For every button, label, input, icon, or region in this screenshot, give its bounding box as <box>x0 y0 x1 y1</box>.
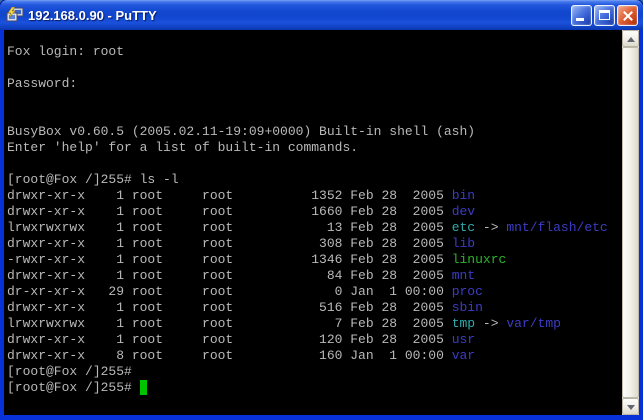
terminal-line: drwxr-xr-x 1 root root 84 Feb 28 2005 mn… <box>7 268 622 284</box>
terminal-line: Fox login: root <box>7 44 622 60</box>
terminal-run: drwxr-xr-x 1 root root 1660 Feb 28 2005 <box>7 204 452 219</box>
minimize-button[interactable] <box>571 5 592 26</box>
terminal-line: BusyBox v0.60.5 (2005.02.11-19:09+0000) … <box>7 124 622 140</box>
terminal-line: Password: <box>7 76 622 92</box>
terminal[interactable]: Fox login: root Password: BusyBox v0.60.5 … <box>4 30 639 415</box>
terminal-run: dr-xr-xr-x 29 root root 0 Jan 1 00:00 <box>7 284 452 299</box>
scrollbar[interactable] <box>622 30 639 415</box>
terminal-line: drwxr-xr-x 1 root root 308 Feb 28 2005 l… <box>7 236 622 252</box>
terminal-text[interactable]: Fox login: root Password: BusyBox v0.60.5 … <box>4 30 622 415</box>
terminal-run: lrwxrwxrwx 1 root root 7 Feb 28 2005 <box>7 316 452 331</box>
terminal-line: -rwxr-xr-x 1 root root 1346 Feb 28 2005 … <box>7 252 622 268</box>
terminal-run: [root@Fox /]255# ls -l <box>7 172 179 187</box>
terminal-run: [root@Fox /]255# <box>7 364 132 379</box>
file-name: sbin <box>452 300 483 315</box>
terminal-run: drwxr-xr-x 1 root root 1352 Feb 28 2005 <box>7 188 452 203</box>
minimize-icon <box>576 18 584 21</box>
terminal-run: -> <box>475 316 506 331</box>
terminal-line <box>7 156 622 172</box>
scroll-up-button[interactable] <box>622 30 639 47</box>
chevron-up-icon <box>627 37 635 42</box>
file-name: proc <box>452 284 483 299</box>
terminal-run: -> <box>475 220 506 235</box>
terminal-run: -rwxr-xr-x 1 root root 1346 Feb 28 2005 <box>7 252 452 267</box>
file-name: var/tmp <box>506 316 561 331</box>
file-name: mnt/flash/etc <box>506 220 607 235</box>
terminal-run: drwxr-xr-x 1 root root 308 Feb 28 2005 <box>7 236 452 251</box>
close-button[interactable] <box>617 5 638 26</box>
terminal-line: Enter 'help' for a list of built-in comm… <box>7 140 622 156</box>
terminal-run: lrwxrwxrwx 1 root root 13 Feb 28 2005 <box>7 220 452 235</box>
terminal-run: Password: <box>7 76 77 91</box>
terminal-line: drwxr-xr-x 1 root root 120 Feb 28 2005 u… <box>7 332 622 348</box>
terminal-line: drwxr-xr-x 1 root root 1660 Feb 28 2005 … <box>7 204 622 220</box>
terminal-line: [root@Fox /]255# <box>7 364 622 380</box>
file-name: linuxrc <box>452 252 507 267</box>
file-name: var <box>452 348 475 363</box>
terminal-run: Fox login: root <box>7 44 124 59</box>
terminal-line: [root@Fox /]255# ls -l <box>7 172 622 188</box>
terminal-line: dr-xr-xr-x 29 root root 0 Jan 1 00:00 pr… <box>7 284 622 300</box>
file-name: mnt <box>452 268 475 283</box>
maximize-button[interactable] <box>594 5 615 26</box>
terminal-line: [root@Fox /]255# <box>7 380 622 396</box>
file-name: lib <box>452 236 475 251</box>
file-name: dev <box>452 204 475 219</box>
maximize-icon <box>599 10 610 20</box>
file-name: tmp <box>452 316 475 331</box>
terminal-line: drwxr-xr-x 8 root root 160 Jan 1 00:00 v… <box>7 348 622 364</box>
terminal-cursor <box>140 380 148 395</box>
terminal-run: BusyBox v0.60.5 (2005.02.11-19:09+0000) … <box>7 124 475 139</box>
terminal-run: Enter 'help' for a list of built-in comm… <box>7 140 358 155</box>
terminal-run: drwxr-xr-x 1 root root 120 Feb 28 2005 <box>7 332 452 347</box>
scrollbar-thumb[interactable] <box>622 47 639 398</box>
window-title: 192.168.0.90 - PuTTY <box>28 8 569 23</box>
terminal-line: lrwxrwxrwx 1 root root 13 Feb 28 2005 et… <box>7 220 622 236</box>
title-bar[interactable]: 192.168.0.90 - PuTTY <box>0 0 643 30</box>
terminal-run: drwxr-xr-x 1 root root 516 Feb 28 2005 <box>7 300 452 315</box>
chevron-down-icon <box>627 405 635 410</box>
terminal-run: drwxr-xr-x 8 root root 160 Jan 1 00:00 <box>7 348 452 363</box>
putty-window: 192.168.0.90 - PuTTY Fox login: root Pass… <box>0 0 643 420</box>
terminal-line: drwxr-xr-x 1 root root 516 Feb 28 2005 s… <box>7 300 622 316</box>
terminal-run: drwxr-xr-x 1 root root 84 Feb 28 2005 <box>7 268 452 283</box>
scroll-down-button[interactable] <box>622 398 639 415</box>
putty-icon <box>6 7 24 23</box>
terminal-run: [root@Fox /]255# <box>7 380 140 395</box>
file-name: etc <box>452 220 475 235</box>
terminal-line: lrwxrwxrwx 1 root root 7 Feb 28 2005 tmp… <box>7 316 622 332</box>
terminal-line: drwxr-xr-x 1 root root 1352 Feb 28 2005 … <box>7 188 622 204</box>
file-name: bin <box>452 188 475 203</box>
terminal-line <box>7 108 622 124</box>
terminal-line <box>7 92 622 108</box>
file-name: usr <box>452 332 475 347</box>
terminal-line <box>7 60 622 76</box>
